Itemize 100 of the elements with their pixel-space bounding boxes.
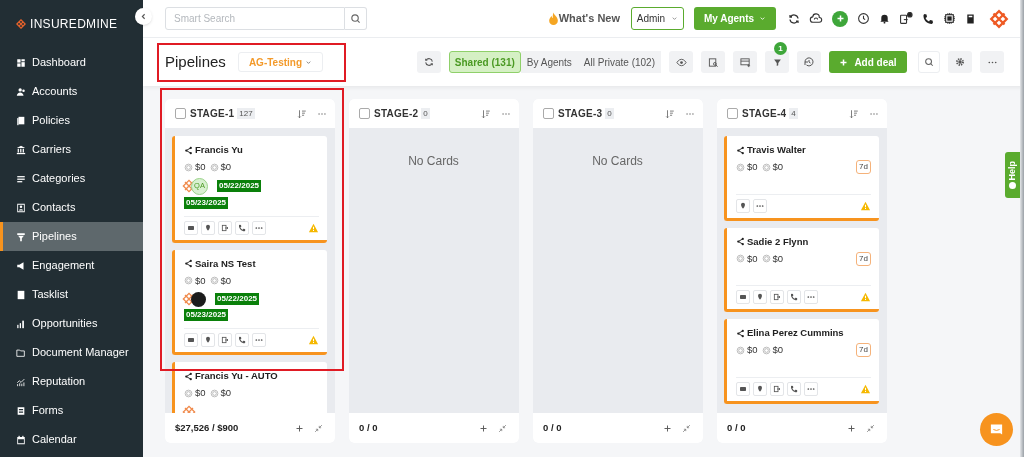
pin-icon xyxy=(756,384,764,393)
card-search-button[interactable] xyxy=(701,51,725,73)
card-search-icon xyxy=(707,56,719,68)
card-action-button[interactable] xyxy=(736,198,750,213)
age-badge: 7d xyxy=(856,251,871,266)
collapse-button[interactable] xyxy=(682,423,691,433)
envelope-icon xyxy=(739,384,747,393)
collapse-button[interactable] xyxy=(314,423,323,433)
form-icon xyxy=(16,405,26,416)
add-card-button[interactable] xyxy=(847,423,856,433)
sidebar-item[interactable]: Categories xyxy=(0,164,143,193)
stage-count: 0 xyxy=(421,108,430,119)
sidebar-item[interactable]: Calendar xyxy=(0,425,143,454)
sort-button[interactable] xyxy=(297,108,307,119)
caret-icon xyxy=(759,15,767,22)
card-action-button[interactable] xyxy=(770,381,784,396)
deal-card[interactable]: Sadie 2 Flynn $0 $0 7d xyxy=(724,227,879,312)
add-card-button[interactable] xyxy=(663,423,672,433)
sort-button[interactable] xyxy=(665,108,675,119)
sidebar-item[interactable]: Contacts xyxy=(0,193,143,222)
stage-name: STAGE-3 xyxy=(558,107,603,121)
plus-icon xyxy=(847,423,856,433)
card-action-button[interactable] xyxy=(235,220,249,235)
deal-card[interactable]: Elina Perez Cummins $0 $0 7d xyxy=(724,319,879,404)
card-action-button[interactable] xyxy=(753,290,767,304)
select-checkbox[interactable] xyxy=(543,108,554,119)
collapse-arrows-icon xyxy=(682,423,691,433)
card-action-button[interactable] xyxy=(235,333,249,347)
sidebar-item[interactable]: Pipelines xyxy=(0,222,143,251)
history-icon xyxy=(803,56,815,68)
stage-count: 127 xyxy=(237,108,255,119)
card-action-button[interactable] xyxy=(201,333,215,347)
pin-icon xyxy=(756,293,764,301)
whats-new-link[interactable]: What's New xyxy=(547,10,620,27)
deal-name: Sadie 2 Flynn xyxy=(747,234,809,249)
search-button[interactable] xyxy=(918,51,940,73)
deal-amount: $0 xyxy=(195,160,206,175)
logo-icon xyxy=(16,19,26,29)
card-action-button[interactable] xyxy=(753,381,767,396)
device-icon xyxy=(899,12,913,25)
add-button[interactable] xyxy=(832,10,848,27)
add-card-button[interactable] xyxy=(479,423,488,433)
card-action-button[interactable] xyxy=(201,220,215,235)
select-checkbox[interactable] xyxy=(175,108,186,119)
role-select[interactable]: Admin xyxy=(631,7,684,30)
search-button[interactable] xyxy=(345,7,367,30)
calculator-icon xyxy=(965,12,976,25)
collapse-button[interactable] xyxy=(866,423,875,433)
sparkle-chart-icon xyxy=(16,376,26,387)
card-action-button[interactable] xyxy=(770,290,784,304)
phone-icon xyxy=(238,336,246,344)
sort-icon xyxy=(297,108,307,119)
sort-button[interactable] xyxy=(849,108,859,119)
card-action-button[interactable] xyxy=(184,220,198,235)
collapse-button[interactable] xyxy=(498,423,507,433)
sidebar-item[interactable]: Document Manager xyxy=(0,338,143,367)
card-add-button[interactable] xyxy=(733,51,757,73)
sidebar-item[interactable]: Carriers xyxy=(0,135,143,164)
refresh-button[interactable] xyxy=(416,51,441,73)
select-checkbox[interactable] xyxy=(727,108,738,119)
sidebar-item[interactable]: Accounts xyxy=(0,77,143,106)
view-tab[interactable]: All Private (102) xyxy=(577,51,661,73)
card-action-button[interactable] xyxy=(787,381,801,396)
deal-card[interactable]: Francis Yu - AUTO $0 $0 xyxy=(172,362,327,413)
sidebar-item[interactable]: Tasklist xyxy=(0,280,143,309)
sidebar-item[interactable]: Reputation xyxy=(0,367,143,396)
select-checkbox[interactable] xyxy=(359,108,370,119)
coin-icon xyxy=(184,276,193,286)
sidebar-item[interactable]: Dashboard xyxy=(0,48,143,77)
sidebar-item[interactable]: Policies xyxy=(0,106,143,135)
coin-icon xyxy=(761,254,771,264)
deal-card[interactable]: Saira NS Test $0 $0 05/22/2025 05/23/2025 xyxy=(172,249,327,355)
card-action-button[interactable] xyxy=(736,381,750,396)
caret-icon xyxy=(305,58,313,66)
card-action-button[interactable] xyxy=(218,333,232,347)
bank-icon xyxy=(16,144,26,155)
filter-button[interactable] xyxy=(765,51,789,73)
add-card-button[interactable] xyxy=(295,423,304,433)
settings-button[interactable] xyxy=(948,51,972,73)
sidebar-item[interactable]: Engagement xyxy=(0,251,143,280)
history-filter-button[interactable] xyxy=(797,51,821,73)
view-tab[interactable]: By Agents xyxy=(520,51,578,73)
phone-icon xyxy=(922,12,934,25)
sort-button[interactable] xyxy=(481,108,491,119)
sidebar-item[interactable]: Forms xyxy=(0,396,143,425)
chat-button[interactable] xyxy=(980,413,1013,446)
deal-amount: $0 xyxy=(195,273,206,288)
date-tag: 05/22/2025 xyxy=(217,180,262,192)
view-options-button[interactable] xyxy=(669,51,693,73)
card-action-button[interactable] xyxy=(184,333,198,347)
search-field[interactable]: Smart Search xyxy=(165,7,345,30)
card-action-button[interactable] xyxy=(218,220,232,235)
card-action-button[interactable] xyxy=(787,290,801,304)
card-action-button[interactable] xyxy=(736,290,750,304)
stage-name: STAGE-2 xyxy=(374,107,419,121)
deal-card[interactable]: Travis Walter $0 $0 7d xyxy=(724,136,879,221)
share-icon xyxy=(184,259,193,269)
card-add-icon xyxy=(739,56,751,68)
date-tag: 05/23/2025 xyxy=(184,196,229,209)
sidebar-item[interactable]: Opportunities xyxy=(0,309,143,338)
